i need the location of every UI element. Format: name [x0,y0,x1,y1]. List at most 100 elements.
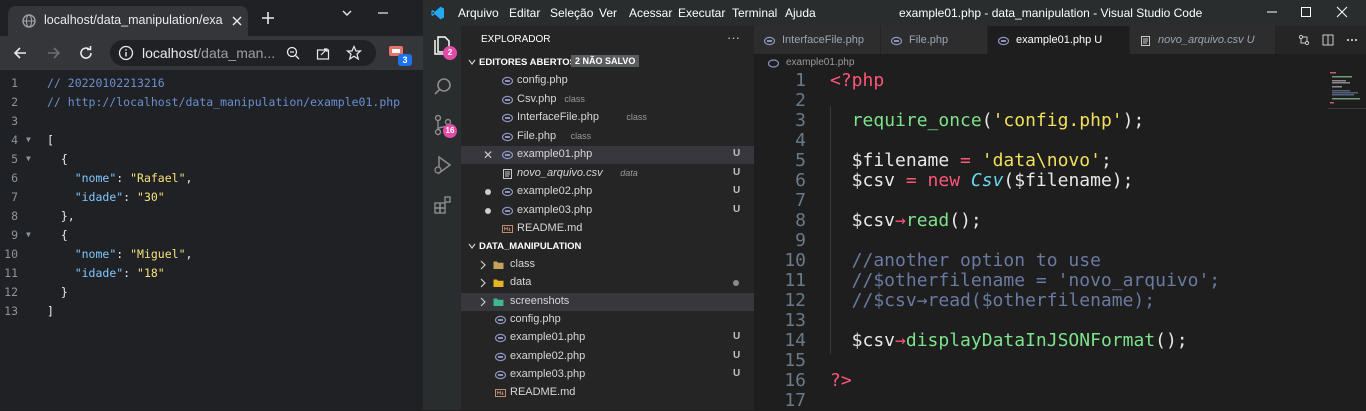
line-number: 8 [11,209,18,223]
json-line: 10 "nome": "Miguel", [0,247,423,266]
globe-icon [22,14,36,28]
fold-arrow-icon[interactable]: ▼ [26,230,31,239]
open-editor-item[interactable]: README.md [461,220,754,238]
editor-tab[interactable]: InterfaceFile.php [754,26,880,54]
json-code: { [47,152,68,166]
fold-arrow-icon[interactable]: ▼ [26,135,31,144]
workspace-header[interactable]: DATA_MANIPULATION [461,238,754,256]
code-line: 10 //another option to use [754,250,1314,271]
editor-tab[interactable]: example01.php U [988,26,1129,54]
extension-button[interactable]: 3 [388,44,414,66]
star-icon[interactable] [346,45,362,61]
close-icon[interactable] [1336,6,1348,18]
file-item[interactable]: example03.php U [461,366,754,384]
menu-item[interactable]: Seleção [550,6,593,20]
code-line: 2 [754,90,1314,111]
editor-tab[interactable]: novo_arquivo.csv U [1130,26,1275,54]
code-token: $csv [830,170,896,191]
minimize-icon[interactable] [1266,6,1278,18]
menu-item[interactable]: Ver [599,6,617,20]
minimap[interactable] [1328,70,1366,130]
extensions-icon[interactable] [432,194,454,216]
split-editor-icon[interactable] [1322,34,1334,46]
line-number: 2 [11,95,18,109]
editor-tab[interactable]: File.php [881,26,987,54]
breadcrumb[interactable]: example01.php [754,56,1366,70]
tab-label: novo_arquivo.csv U [1158,34,1255,46]
browser-tab[interactable]: localhost/data_manipulation/exa [8,6,248,36]
git-status: U [733,166,741,178]
folder-item[interactable]: screenshots [461,292,754,311]
url-text: localhost/data_man... [142,45,292,61]
menu-item[interactable]: Editar [509,6,540,20]
code-line: 11 //$otherfilename = 'novo_arquivo'; [754,270,1314,291]
vscode-window: Arquivo Editar Seleção Ver Acessar Executar Te… [423,0,1366,411]
reload-icon[interactable] [78,45,94,61]
menu-item[interactable]: Executar [678,6,725,20]
file-description: data [620,167,638,178]
explorer-title: EXPLORADOR [481,34,551,45]
json-token: ] [47,304,54,318]
file-name: InterfaceFile.php [517,111,599,123]
file-name: example03.php [517,203,593,216]
address-bar[interactable]: localhost/data_man... [110,40,376,66]
folder-name: data [510,276,532,289]
zoom-out-icon[interactable] [286,46,300,60]
php-file-icon [764,36,775,46]
close-icon[interactable]: ✕ [483,148,493,162]
forward-icon[interactable] [46,45,62,61]
open-editor-item[interactable]: ✕ example01.php U [461,146,754,164]
minimize-icon[interactable] [376,6,390,20]
line-number: 2 [795,90,806,111]
open-editors-header[interactable]: EDITORES ABERTOS 2 NÃO SALVO [461,54,754,72]
menu-item[interactable]: Terminal [732,6,777,20]
open-editor-item[interactable]: File.php class [461,128,754,146]
json-token: : [116,247,131,261]
line-number: 9 [795,230,806,251]
menu-item[interactable]: Acessar [629,6,672,20]
file-item[interactable]: example01.php U [461,329,754,347]
fold-arrow-icon[interactable]: ▼ [26,154,31,163]
json-code: [ [47,133,54,147]
file-description: class [626,112,647,122]
activity-bar: 2 16 [423,26,461,410]
code-editor[interactable]: 1 <?php 2 3 require_once('config.php'); 4 5 $… [754,70,1366,411]
file-item[interactable]: config.php [461,311,754,329]
open-editor-item[interactable]: Csv.php class [461,91,754,109]
back-icon[interactable] [12,45,28,61]
code-token: ($filename); [1003,170,1134,191]
code-line: 6 $csv = new Csv($filename); [754,170,1314,191]
menu-item[interactable]: Arquivo [458,6,499,20]
code-token: Csv [970,170,1004,191]
folder-item[interactable]: data [461,274,754,292]
php-file-icon [502,150,513,160]
open-editor-item[interactable]: config.php [461,72,754,90]
chevron-down-icon[interactable] [340,6,354,20]
open-editor-item[interactable]: example03.php U [461,202,754,220]
workspace-label: DATA_MANIPULATION [479,241,582,252]
maximize-icon[interactable] [1300,6,1312,18]
search-icon[interactable] [432,76,454,98]
close-icon[interactable] [230,14,244,28]
file-item[interactable]: README.md [461,384,754,402]
json-line: 13] [0,304,423,323]
compare-icon[interactable] [1298,34,1310,46]
info-icon[interactable] [118,45,134,61]
file-description: class [564,93,585,104]
json-line: 5 ▼ { [0,152,423,171]
file-item[interactable]: example02.php U [461,348,754,366]
json-line: 2 // http://localhost/data_manipulation/e… [0,95,423,114]
git-status: U [733,367,741,379]
open-editor-item[interactable]: InterfaceFile.php class [461,109,754,127]
open-editor-item[interactable]: example02.php U [461,183,754,201]
new-tab-icon[interactable] [260,10,276,26]
share-icon[interactable] [316,46,330,60]
folder-item[interactable]: class [461,256,754,274]
modified-dot-icon [733,280,739,287]
code-line: 9 [754,230,1314,251]
run-debug-icon[interactable] [432,154,454,176]
more-actions-icon[interactable] [1346,34,1358,46]
open-editor-item[interactable]: novo_arquivo.csv data U [461,165,754,183]
more-actions-icon[interactable]: ··· [727,30,740,45]
menu-item[interactable]: Ajuda [785,6,816,20]
